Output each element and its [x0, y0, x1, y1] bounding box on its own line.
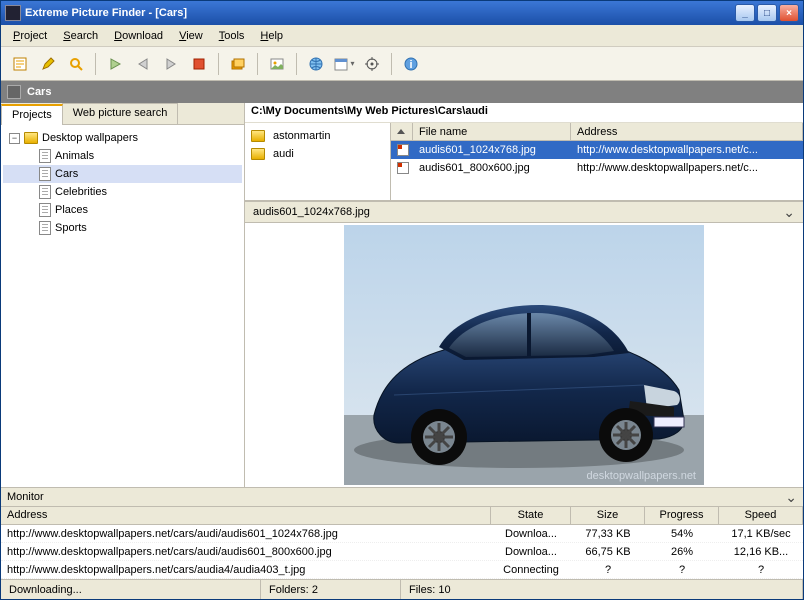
title-bar[interactable]: Extreme Picture Finder - [Cars] _ □ × — [1, 1, 803, 25]
layers-button[interactable] — [225, 51, 251, 77]
window-title: Extreme Picture Finder - [Cars] — [25, 7, 735, 19]
prev-button[interactable] — [130, 51, 156, 77]
monitor-row[interactable]: http://www.desktopwallpapers.net/cars/au… — [1, 561, 803, 579]
status-folders: Folders: 2 — [261, 580, 401, 599]
file-row[interactable]: audis601_1024x768.jpg http://www.desktop… — [391, 141, 803, 159]
mon-col-size[interactable]: Size — [571, 507, 645, 524]
tree-item-celebrities[interactable]: Celebrities — [3, 183, 242, 201]
info-button[interactable]: i — [398, 51, 424, 77]
image-button[interactable] — [264, 51, 290, 77]
svg-text:desktopwallpapers.net: desktopwallpapers.net — [587, 470, 696, 482]
tree-root-label: Desktop wallpapers — [42, 132, 138, 144]
preview-bar: audis601_1024x768.jpg ⌄ — [245, 201, 803, 223]
file-col-sort[interactable] — [391, 123, 413, 140]
menu-download[interactable]: Download — [106, 28, 171, 44]
page-icon — [39, 149, 51, 163]
next-button[interactable] — [158, 51, 184, 77]
toolbar: ▾ i — [1, 47, 803, 81]
image-preview[interactable]: desktopwallpapers.net — [245, 223, 803, 487]
status-files: Files: 10 — [401, 580, 803, 599]
right-column: C:\My Documents\My Web Pictures\Cars\aud… — [245, 103, 803, 487]
image-file-icon — [397, 144, 409, 156]
tree-item-cars[interactable]: Cars — [3, 165, 242, 183]
preview-image: desktopwallpapers.net — [344, 225, 704, 485]
category-bar: Cars — [1, 81, 803, 103]
menu-tools[interactable]: Tools — [211, 28, 253, 44]
new-project-button[interactable] — [7, 51, 33, 77]
file-list-header[interactable]: File name Address — [391, 123, 803, 141]
preview-collapse-icon[interactable]: ⌄ — [783, 204, 795, 221]
project-tree[interactable]: − Desktop wallpapers Animals Cars Celebr… — [1, 125, 244, 487]
app-icon — [5, 5, 21, 21]
folder-icon — [24, 132, 38, 144]
category-icon — [7, 85, 21, 99]
svg-text:i: i — [409, 59, 412, 71]
monitor-header: Monitor ⌄ — [1, 487, 803, 507]
tree-item-animals[interactable]: Animals — [3, 147, 242, 165]
menu-project[interactable]: PProjectroject — [5, 28, 55, 44]
menu-bar: PProjectroject Search Download View Tool… — [1, 25, 803, 47]
status-left: Downloading... — [1, 580, 261, 599]
sort-asc-icon — [397, 129, 405, 134]
page-icon — [39, 185, 51, 199]
menu-help[interactable]: Help — [252, 28, 291, 44]
preview-filename: audis601_1024x768.jpg — [253, 206, 370, 218]
menu-view[interactable]: View — [171, 28, 211, 44]
monitor-row[interactable]: http://www.desktopwallpapers.net/cars/au… — [1, 543, 803, 561]
edit-project-button[interactable] — [35, 51, 61, 77]
file-pane: File name Address audis601_1024x768.jpg … — [391, 123, 803, 200]
status-bar: Downloading... Folders: 2 Files: 10 — [1, 579, 803, 599]
left-tabs: Projects Web picture search — [1, 103, 244, 125]
file-col-address[interactable]: Address — [571, 123, 803, 140]
menu-search[interactable]: Search — [55, 28, 106, 44]
minimize-button[interactable]: _ — [735, 4, 755, 22]
tree-collapse-icon[interactable]: − — [9, 133, 20, 144]
globe-button[interactable] — [303, 51, 329, 77]
calendar-button[interactable]: ▾ — [331, 51, 357, 77]
image-file-icon — [397, 162, 409, 174]
monitor-list[interactable]: http://www.desktopwallpapers.net/cars/au… — [1, 525, 803, 579]
target-button[interactable] — [359, 51, 385, 77]
app-window: Extreme Picture Finder - [Cars] _ □ × PP… — [0, 0, 804, 600]
browser-row: astonmartin audi File name Address audis… — [245, 123, 803, 201]
tree-item-places[interactable]: Places — [3, 201, 242, 219]
dir-item[interactable]: astonmartin — [249, 127, 386, 145]
folder-icon — [251, 130, 265, 142]
dir-item[interactable]: audi — [249, 145, 386, 163]
mon-col-address[interactable]: Address — [1, 507, 491, 524]
tab-web-picture-search[interactable]: Web picture search — [62, 103, 179, 124]
tree-root[interactable]: − Desktop wallpapers — [3, 129, 242, 147]
page-icon — [39, 167, 51, 181]
tree-item-sports[interactable]: Sports — [3, 219, 242, 237]
close-button[interactable]: × — [779, 4, 799, 22]
tab-projects[interactable]: Projects — [1, 104, 63, 125]
mon-col-speed[interactable]: Speed — [719, 507, 803, 524]
file-col-name[interactable]: File name — [413, 123, 571, 140]
directory-pane[interactable]: astonmartin audi — [245, 123, 391, 200]
maximize-button[interactable]: □ — [757, 4, 777, 22]
path-bar: C:\My Documents\My Web Pictures\Cars\aud… — [245, 103, 803, 123]
search-button[interactable] — [63, 51, 89, 77]
category-title: Cars — [27, 86, 51, 98]
left-column: Projects Web picture search − Desktop wa… — [1, 103, 245, 487]
mon-col-state[interactable]: State — [491, 507, 571, 524]
file-list[interactable]: audis601_1024x768.jpg http://www.desktop… — [391, 141, 803, 200]
monitor-row[interactable]: http://www.desktopwallpapers.net/cars/au… — [1, 525, 803, 543]
monitor-collapse-icon[interactable]: ⌄ — [785, 489, 797, 506]
page-icon — [39, 203, 51, 217]
monitor-columns[interactable]: Address State Size Progress Speed — [1, 507, 803, 525]
page-icon — [39, 221, 51, 235]
main-area: Projects Web picture search − Desktop wa… — [1, 103, 803, 487]
stop-button[interactable] — [186, 51, 212, 77]
play-button[interactable] — [102, 51, 128, 77]
monitor-title: Monitor — [7, 491, 44, 503]
file-row[interactable]: audis601_800x600.jpg http://www.desktopw… — [391, 159, 803, 177]
mon-col-progress[interactable]: Progress — [645, 507, 719, 524]
folder-icon — [251, 148, 265, 160]
